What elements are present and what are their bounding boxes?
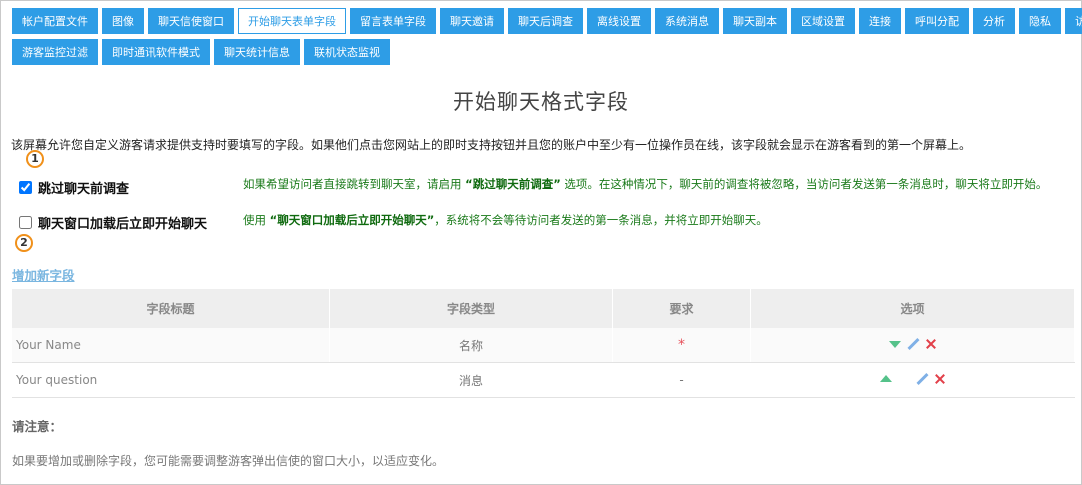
move-down-icon[interactable] (888, 338, 901, 350)
page-description: 该屏幕允许您自定义游客请求提供支持时要填写的字段。如果他们点击您网站上的即时支持… (11, 138, 972, 152)
table-row: Your Name 名称 * (12, 328, 1075, 363)
tab-chat-messenger-window[interactable]: 聊天信使窗口 (148, 8, 234, 34)
settings-tab-bar: 帐户配置文件 图像 聊天信使窗口 开始聊天表单字段 留言表单字段 聊天邀请 聊天… (12, 8, 1082, 70)
edit-pencil-icon[interactable] (916, 373, 928, 385)
skip-survey-checkbox[interactable] (19, 181, 32, 194)
skip-survey-option[interactable]: 跳过聊天前调查 (19, 178, 129, 197)
table-row: Your question 消息 - (12, 362, 1075, 398)
start-on-load-desc-text: 使用 (243, 213, 270, 227)
tab-privacy[interactable]: 隐私 (1019, 8, 1061, 34)
start-on-load-description: 使用 “聊天窗口加载后立即开始聊天”，系统将不会等待访问者发送的第一条消息，并将… (243, 212, 1063, 228)
note-text: 如果要增加或删除字段，您可能需要调整游客弹出信使的窗口大小，以适应变化。 (12, 454, 445, 468)
header-field-type: 字段类型 (329, 289, 613, 328)
skip-survey-desc-text: 如果希望访问者直接跳转到聊天室，请启用 (243, 177, 466, 191)
tab-chat-statistics[interactable]: 聊天统计信息 (214, 39, 300, 65)
delete-x-icon[interactable] (934, 373, 946, 385)
move-up-icon[interactable] (879, 373, 892, 385)
start-on-load-option[interactable]: 聊天窗口加载后立即开始聊天 (19, 213, 207, 232)
start-on-load-checkbox[interactable] (19, 216, 32, 229)
required-star: * (678, 337, 685, 353)
required-cell: * (612, 328, 751, 363)
tab-post-chat-survey[interactable]: 聊天后调查 (508, 8, 583, 34)
callout-badge-1: 1 (26, 150, 44, 168)
page-title: 开始聊天格式字段 (453, 90, 629, 114)
header-options: 选项 (750, 289, 1075, 328)
tab-call-distribution[interactable]: 呼叫分配 (905, 8, 969, 34)
spacer-icon (898, 373, 910, 385)
required-cell: - (612, 362, 751, 398)
page-frame (0, 0, 1082, 485)
delete-x-icon[interactable] (925, 338, 937, 350)
header-required: 要求 (612, 289, 751, 328)
options-cell (750, 362, 1075, 398)
start-on-load-label: 聊天窗口加载后立即开始聊天 (38, 217, 208, 232)
table-header-row: 字段标题 字段类型 要求 选项 (12, 289, 1075, 328)
tab-leave-message-fields[interactable]: 留言表单字段 (350, 8, 436, 34)
field-name-cell: Your question (12, 362, 330, 398)
tab-visitor-monitor-filter[interactable]: 游客监控过滤 (12, 39, 98, 65)
tab-offline-settings[interactable]: 离线设置 (587, 8, 651, 34)
skip-survey-label: 跳过聊天前调查 (38, 182, 130, 197)
field-type-cell: 名称 (329, 328, 613, 363)
start-on-load-desc-bold: “聊天窗口加载后立即开始聊天” (269, 213, 435, 227)
tab-pre-chat-form-fields[interactable]: 开始聊天表单字段 (238, 8, 346, 34)
tab-system-messages[interactable]: 系统消息 (655, 8, 719, 34)
skip-survey-desc-text-2: 选项。在这种情况下，聊天前的调查将被忽略，当访问者发送第一条消息时，聊天将立即开… (560, 177, 1048, 191)
tab-images[interactable]: 图像 (102, 8, 144, 34)
field-type-cell: 消息 (329, 362, 613, 398)
start-on-load-desc-text-2: ，系统将不会等待访问者发送的第一条消息，并将立即开始聊天。 (434, 213, 768, 227)
tab-locale-settings[interactable]: 区域设置 (791, 8, 855, 34)
skip-survey-description: 如果希望访问者直接跳转到聊天室，请启用 “跳过聊天前调查” 选项。在这种情况下，… (243, 176, 1063, 192)
tab-analytics[interactable]: 分析 (973, 8, 1015, 34)
tab-connection[interactable]: 连接 (859, 8, 901, 34)
tab-row-1: 帐户配置文件 图像 聊天信使窗口 开始聊天表单字段 留言表单字段 聊天邀请 聊天… (12, 8, 1082, 34)
add-new-field-link[interactable]: 增加新字段 (12, 265, 75, 284)
tab-im-software-mode[interactable]: 即时通讯软件模式 (102, 39, 210, 65)
tab-online-status-monitor[interactable]: 联机状态监视 (304, 39, 390, 65)
note-title: 请注意： (12, 419, 63, 434)
fields-table: 字段标题 字段类型 要求 选项 Your Name 名称 * Your ques… (12, 289, 1075, 398)
tab-row-2: 游客监控过滤 即时通讯软件模式 聊天统计信息 联机状态监视 (12, 39, 1074, 65)
edit-pencil-icon[interactable] (907, 338, 919, 350)
callout-badge-2: 2 (15, 234, 33, 252)
tab-access-restriction[interactable]: 访问限制 (1065, 8, 1082, 34)
options-cell (750, 328, 1075, 363)
tab-account-profile[interactable]: 帐户配置文件 (12, 8, 98, 34)
skip-survey-desc-bold: “跳过聊天前调查” (465, 177, 561, 191)
tab-chat-transcript[interactable]: 聊天副本 (723, 8, 787, 34)
tab-chat-invitation[interactable]: 聊天邀请 (440, 8, 504, 34)
header-field-title: 字段标题 (12, 289, 330, 328)
field-name-cell: Your Name (12, 328, 330, 363)
